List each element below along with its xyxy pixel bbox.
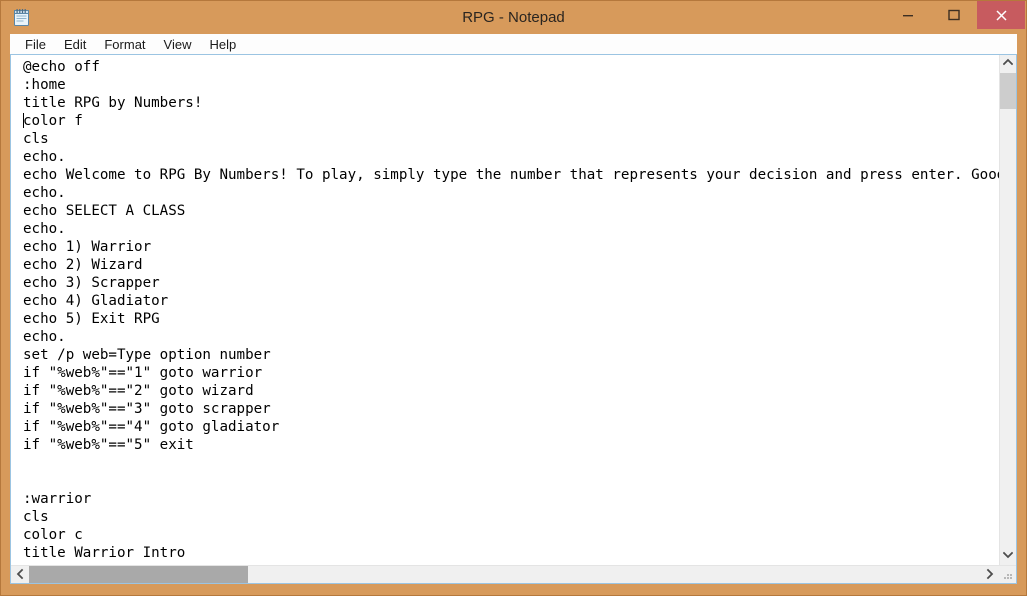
window-titlebar[interactable]: RPG - Notepad: [1, 1, 1026, 34]
minimize-icon: [903, 15, 913, 17]
text-editor[interactable]: @echo off :home title RPG by Numbers! co…: [11, 55, 1000, 565]
editor-client-area: @echo off :home title RPG by Numbers! co…: [10, 54, 1017, 584]
vertical-scrollbar[interactable]: [999, 55, 1016, 565]
notepad-window: RPG - Notepad File Edit Format View Help…: [0, 0, 1027, 596]
chevron-up-icon: [1003, 58, 1013, 66]
chevron-right-icon: [986, 568, 993, 580]
scroll-left-button[interactable]: [11, 566, 28, 583]
menu-item-edit[interactable]: Edit: [56, 35, 96, 54]
editor-content: @echo off :home title RPG by Numbers! co…: [23, 59, 1000, 561]
resize-grip[interactable]: [999, 566, 1016, 583]
scroll-right-button[interactable]: [981, 566, 998, 583]
maximize-button[interactable]: [931, 1, 977, 29]
menu-item-file[interactable]: File: [17, 35, 56, 54]
resize-grip-icon: [1004, 574, 1012, 579]
close-button[interactable]: [977, 1, 1025, 29]
text-caret: [23, 113, 24, 128]
horizontal-scroll-thumb[interactable]: [29, 566, 248, 583]
horizontal-scrollbar[interactable]: [11, 565, 1016, 583]
vertical-scroll-thumb[interactable]: [1000, 73, 1016, 109]
maximize-icon: [948, 9, 960, 21]
close-icon: [995, 9, 1007, 21]
scroll-up-button[interactable]: [1000, 55, 1016, 72]
chevron-down-icon: [1003, 551, 1013, 559]
menu-item-format[interactable]: Format: [96, 35, 155, 54]
menu-bar: File Edit Format View Help: [10, 34, 1017, 54]
menu-item-help[interactable]: Help: [201, 35, 246, 54]
menu-item-view[interactable]: View: [156, 35, 202, 54]
chevron-left-icon: [16, 568, 23, 580]
notepad-icon: [12, 8, 31, 27]
scroll-down-button[interactable]: [1000, 548, 1016, 565]
minimize-button[interactable]: [885, 1, 931, 29]
window-title: RPG - Notepad: [462, 9, 565, 26]
